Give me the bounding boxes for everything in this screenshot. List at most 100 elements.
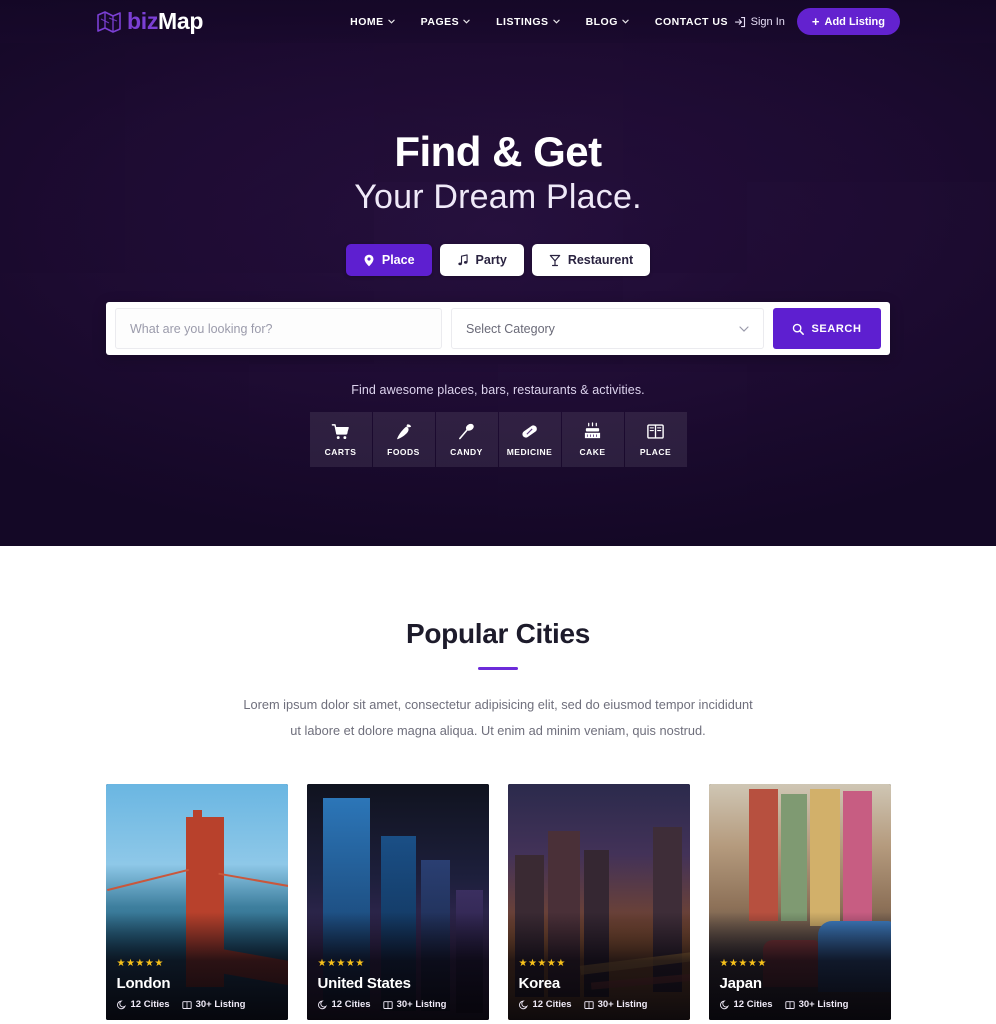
moon-icon	[317, 1000, 327, 1009]
lollipop-icon	[459, 423, 474, 440]
city-card-united-states[interactable]: ★★★★★ United States 12 Cities 30+ Listin…	[306, 784, 489, 1021]
book-icon	[181, 1000, 192, 1009]
city-card-name: Japan	[719, 975, 763, 993]
category-place[interactable]: PLACE	[624, 412, 687, 468]
category-shortcuts: CARTS FOODS CANDY MEDICINE CAKE PLACE	[309, 412, 687, 468]
hero-tagline: Find awesome places, bars, restaurants &…	[351, 383, 645, 398]
add-listing-label: Add Listing	[824, 15, 886, 28]
nav-item-contact-us[interactable]: CONTACT US	[655, 16, 728, 28]
chevron-down-icon	[463, 19, 470, 24]
category-select-value: Select Category	[466, 321, 555, 336]
city-listing-count-label: 30+ Listing	[597, 999, 648, 1011]
moon-icon	[518, 1000, 528, 1009]
nav-item-listings[interactable]: LISTINGS	[496, 15, 560, 28]
hero-search-bar: Select Category SEARCH	[106, 302, 890, 356]
moon-icon	[116, 1000, 126, 1009]
city-cities-count: 12 Cities	[518, 999, 572, 1011]
city-card-name: London	[116, 975, 171, 993]
popular-cities-section: Popular Cities Lorem ipsum dolor sit ame…	[0, 546, 996, 1021]
chevron-down-icon	[622, 19, 629, 24]
hero-search-tabs: Place Party Restaurent	[345, 244, 651, 277]
tab-restaurent-label: Restaurent	[567, 253, 634, 268]
brand-logo[interactable]: bizMap	[96, 8, 203, 35]
city-listing-count: 30+ Listing	[382, 999, 447, 1011]
city-listing-count-label: 30+ Listing	[195, 999, 246, 1011]
city-listing-count-label: 30+ Listing	[798, 999, 849, 1011]
open-book-icon	[647, 424, 664, 439]
city-cities-count: 12 Cities	[116, 999, 170, 1011]
city-card-korea[interactable]: ★★★★★ Korea 12 Cities 30+ Listing	[507, 784, 690, 1021]
city-cities-count-label: 12 Cities	[130, 999, 170, 1011]
tab-place-label: Place	[381, 253, 415, 268]
tab-party-label: Party	[475, 253, 507, 268]
search-button[interactable]: SEARCH	[773, 308, 881, 350]
add-listing-button[interactable]: + Add Listing	[796, 8, 900, 35]
city-rating-stars: ★★★★★	[518, 958, 566, 970]
city-cities-count: 12 Cities	[317, 999, 371, 1011]
city-rating-stars: ★★★★★	[719, 958, 767, 970]
nav-item-pages-label: PAGES	[420, 15, 460, 28]
login-icon	[734, 16, 745, 27]
category-medicine[interactable]: MEDICINE	[498, 412, 561, 468]
hero-content: Find & Get Your Dream Place. Place Party	[0, 0, 996, 546]
folded-map-icon	[97, 10, 121, 33]
category-carts-label: CARTS	[324, 447, 357, 458]
book-icon	[583, 1000, 594, 1009]
tab-restaurent[interactable]: Restaurent	[531, 244, 651, 277]
category-medicine-label: MEDICINE	[506, 447, 553, 458]
top-navbar: bizMap HOME PAGES LISTINGS BLOG CONTACT …	[0, 0, 996, 43]
city-cities-count-label: 12 Cities	[733, 999, 773, 1011]
tab-place[interactable]: Place	[345, 244, 432, 277]
city-cities-count-label: 12 Cities	[331, 999, 371, 1011]
category-foods[interactable]: FOODS	[372, 412, 435, 468]
carrot-icon	[397, 424, 412, 440]
map-pin-icon	[364, 254, 374, 266]
category-candy-label: CANDY	[450, 447, 483, 458]
category-candy[interactable]: CANDY	[435, 412, 498, 468]
moon-icon	[719, 1000, 729, 1009]
nav-item-home-label: HOME	[350, 15, 384, 28]
brand-name-second: Map	[158, 8, 204, 34]
city-rating-stars: ★★★★★	[116, 958, 164, 970]
city-card-name: Korea	[518, 975, 561, 993]
category-select[interactable]: Select Category	[451, 308, 764, 350]
nav-item-contact-us-label: CONTACT US	[654, 15, 728, 28]
city-listing-count: 30+ Listing	[583, 999, 648, 1011]
chevron-down-icon	[552, 19, 560, 24]
chevron-down-icon	[387, 19, 395, 24]
city-card-row: ★★★★★ London 12 Cities 30+ Listing ★★★★★…	[0, 784, 996, 1021]
category-cake[interactable]: CAKE	[561, 412, 624, 468]
search-input[interactable]	[130, 321, 427, 336]
hero-subtitle: Your Dream Place.	[354, 178, 642, 217]
category-foods-label: FOODS	[387, 447, 420, 458]
music-note-icon	[457, 253, 468, 265]
city-cities-count: 12 Cities	[719, 999, 773, 1011]
nav-item-pages[interactable]: PAGES	[421, 16, 470, 28]
nav-item-home[interactable]: HOME	[350, 16, 395, 28]
city-cities-count-label: 12 Cities	[532, 999, 572, 1011]
popular-cities-title: Popular Cities	[405, 618, 591, 649]
cocktail-glass-icon	[549, 254, 561, 266]
city-card-name: United States	[317, 975, 411, 993]
sign-in-button[interactable]: Sign In	[734, 16, 785, 28]
city-listing-count: 30+ Listing	[181, 999, 246, 1011]
chevron-down-icon	[739, 325, 749, 332]
city-listing-count-label: 30+ Listing	[396, 999, 447, 1011]
search-icon	[793, 323, 805, 335]
brand-name-first: biz	[127, 8, 159, 34]
nav-links: HOME PAGES LISTINGS BLOG CONTACT US	[350, 16, 728, 28]
search-keyword-field[interactable]	[115, 308, 442, 350]
city-card-japan[interactable]: ★★★★★ Japan 12 Cities 30+ Listing	[708, 784, 891, 1021]
nav-item-blog-label: BLOG	[585, 15, 618, 28]
nav-item-listings-label: LISTINGS	[496, 15, 549, 28]
book-icon	[382, 1000, 393, 1009]
hero-section: bizMap HOME PAGES LISTINGS BLOG CONTACT …	[0, 0, 996, 546]
plus-icon: +	[811, 14, 820, 29]
tab-party[interactable]: Party	[439, 244, 524, 277]
category-carts[interactable]: CARTS	[309, 412, 372, 468]
city-card-london[interactable]: ★★★★★ London 12 Cities 30+ Listing	[105, 784, 288, 1021]
cake-icon	[584, 422, 601, 439]
nav-item-blog[interactable]: BLOG	[586, 16, 629, 28]
category-place-label: PLACE	[639, 447, 672, 458]
sign-in-label: Sign In	[750, 15, 785, 28]
